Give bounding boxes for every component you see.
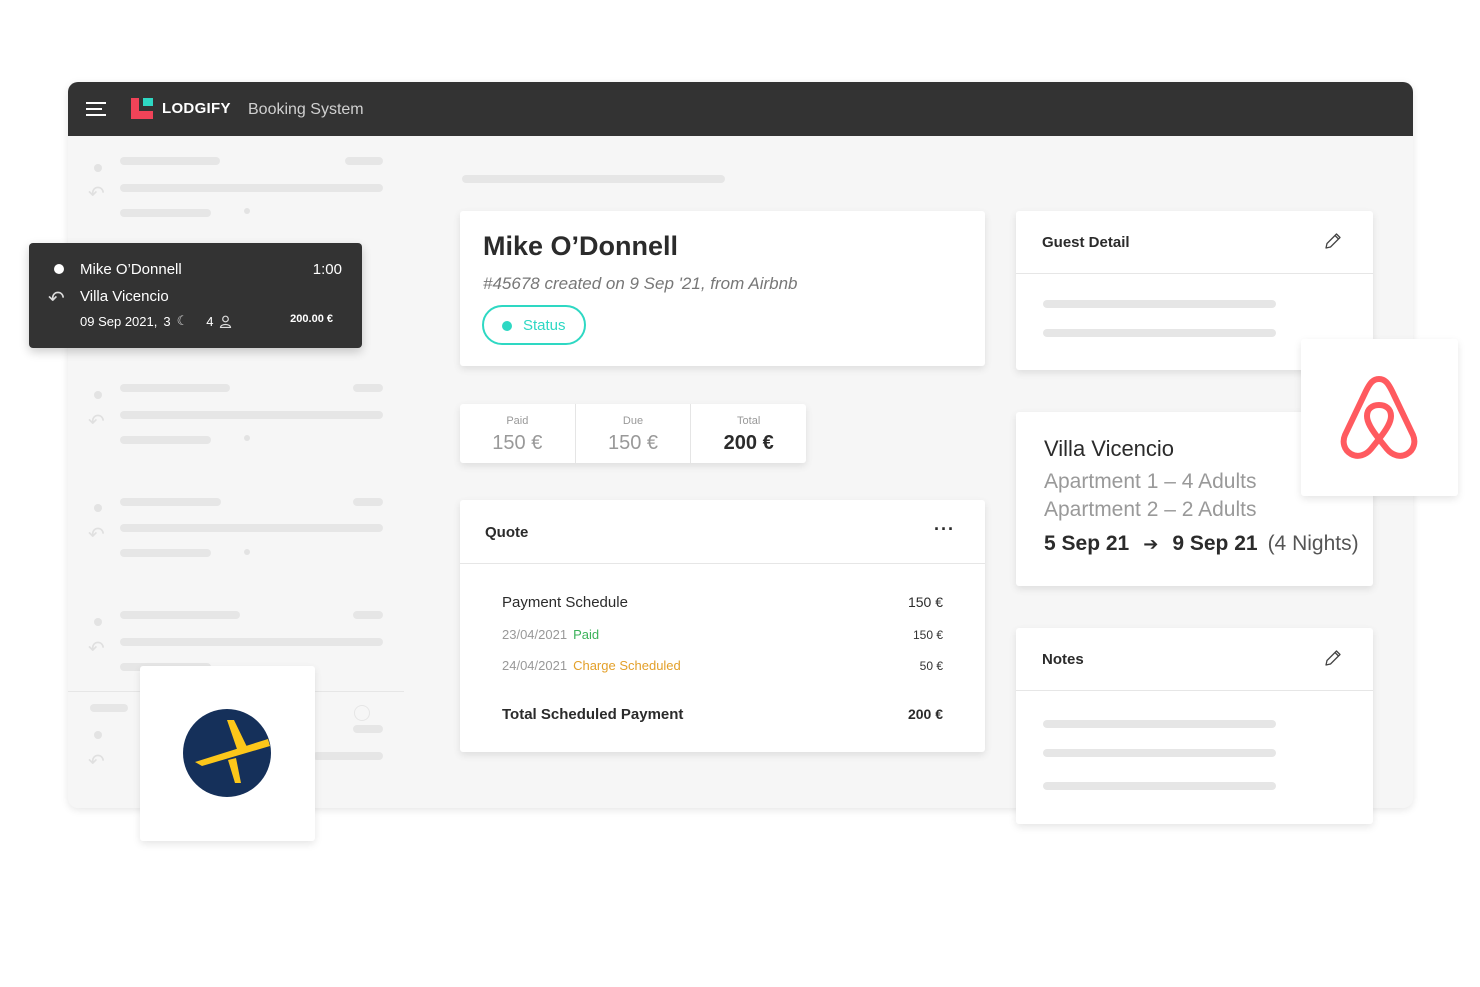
quote-card: Quote ··· Payment Schedule 150 € 23/04/2… [460, 500, 985, 752]
pencil-icon[interactable] [1323, 231, 1343, 251]
notes-panel: Notes [1016, 628, 1373, 824]
total-value: 200 € [723, 432, 774, 454]
apartment-2: Apartment 2 – 2 Adults [1044, 498, 1257, 521]
schedule-row-scheduled: 24/04/2021 Charge Scheduled 50 € [502, 658, 943, 673]
checkout-date: 9 Sep 21 [1172, 532, 1258, 555]
guest-detail-header: Guest Detail [1016, 211, 1373, 274]
moon-icon: ☾ [176, 313, 189, 328]
status-dot [502, 321, 512, 331]
booking-reference: #45678 created on 9 Sep '21, from Airbnb [483, 274, 798, 293]
due-amount-cell: Due 150 € [576, 404, 692, 463]
booking-status-dot [54, 264, 64, 274]
expedia-icon [183, 709, 271, 797]
total-scheduled-label: Total Scheduled Payment [502, 706, 684, 723]
paid-value: 150 € [492, 432, 543, 454]
status-label: Status [523, 317, 566, 334]
guest-summary-card: Mike O’Donnell #45678 created on 9 Sep '… [460, 211, 985, 366]
brand-name: LODGIFY [162, 100, 231, 117]
booking-time: 1:00 [312, 261, 342, 278]
schedule-amount: 150 € [912, 628, 943, 642]
total-amount-cell: Total 200 € [691, 404, 806, 463]
schedule-date: 23/04/2021 [502, 627, 568, 642]
total-label: Total [737, 415, 761, 427]
quote-title: Quote [485, 524, 529, 541]
pencil-icon[interactable] [1323, 648, 1343, 668]
booking-property: Villa Vicencio [80, 288, 169, 305]
lodgify-logo-icon [131, 98, 153, 119]
property-name: Villa Vicencio [1044, 436, 1175, 461]
nights-count: (4 Nights) [1267, 532, 1359, 555]
more-dots-icon[interactable]: ··· [934, 519, 955, 540]
guest-detail-title: Guest Detail [1042, 234, 1130, 251]
schedule-date: 24/04/2021 [502, 658, 568, 673]
booking-meta: 09 Sep 2021, 3 ☾ 4 [80, 313, 232, 329]
checkin-date: 5 Sep 21 [1044, 532, 1130, 555]
expedia-logo [140, 666, 315, 841]
quote-header: Quote ··· [460, 500, 985, 564]
booking-nights: 3 [163, 313, 171, 329]
schedule-status-scheduled: Charge Scheduled [573, 658, 681, 673]
airbnb-icon [1340, 376, 1418, 459]
total-scheduled-row: Total Scheduled Payment 200 € [502, 706, 943, 723]
payment-schedule-amount: 150 € [907, 594, 943, 610]
paid-label: Paid [506, 415, 529, 427]
booking-guest-name: Mike O’Donnell [80, 261, 182, 278]
schedule-amount: 50 € [919, 659, 943, 673]
schedule-status-paid: Paid [573, 627, 600, 642]
airbnb-logo [1301, 339, 1458, 496]
reply-arrow-icon: ↶ [48, 288, 65, 310]
schedule-row-paid: 23/04/2021 Paid 150 € [502, 627, 943, 642]
top-bar: LODGIFY Booking System [68, 82, 1413, 136]
arrow-right-icon: ➔ [1143, 534, 1159, 554]
status-button[interactable]: Status [482, 305, 586, 345]
notes-header: Notes [1016, 628, 1373, 691]
booking-guests: 4 [206, 313, 214, 329]
booking-amount: 200.00 € [290, 313, 333, 325]
total-scheduled-amount: 200 € [907, 706, 943, 722]
due-label: Due [622, 415, 644, 427]
guest-name: Mike O’Donnell [483, 231, 679, 261]
app-subtitle: Booking System [248, 101, 364, 118]
selected-booking-card[interactable]: Mike O’Donnell 1:00 ↶ Villa Vicencio 09 … [29, 243, 362, 348]
person-icon [220, 315, 232, 328]
booking-date: 09 Sep 2021, [80, 313, 158, 329]
notes-title: Notes [1042, 651, 1084, 668]
payment-summary: Paid 150 € Due 150 € Total 200 € [460, 404, 806, 463]
payment-schedule-row: Payment Schedule 150 € [502, 594, 943, 611]
apartment-1: Apartment 1 – 4 Adults [1044, 470, 1257, 493]
due-value: 150 € [607, 432, 659, 454]
stay-dates: 5 Sep 21 ➔ 9 Sep 21 (4 Nights) [1044, 532, 1359, 556]
payment-schedule-label: Payment Schedule [502, 594, 628, 611]
paid-amount-cell: Paid 150 € [460, 404, 576, 463]
hamburger-menu-icon[interactable] [86, 102, 106, 116]
